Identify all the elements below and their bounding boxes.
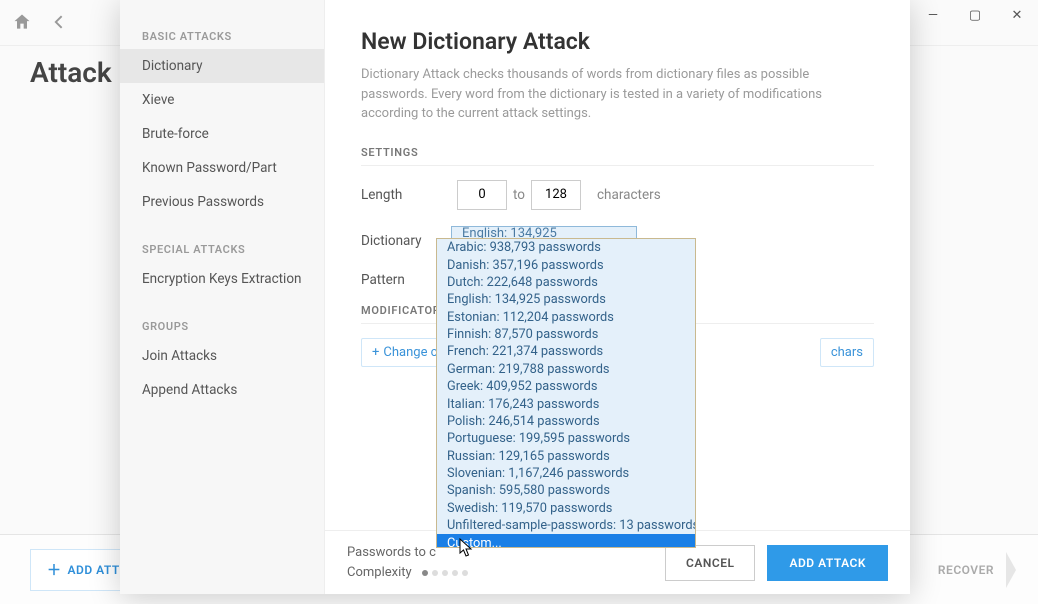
dictionary-option[interactable]: Arabic: 938,793 passwords — [437, 239, 695, 256]
dictionary-option[interactable]: Custom... — [437, 534, 695, 548]
window-close-button[interactable]: ✕ — [996, 0, 1038, 30]
dictionary-option[interactable]: German: 219,788 passwords — [437, 361, 695, 378]
dictionary-option[interactable]: Portuguese: 199,595 passwords — [437, 430, 695, 447]
dictionary-option[interactable]: Swedish: 119,570 passwords — [437, 500, 695, 517]
sidebar-item-known-password-part[interactable]: Known Password/Part — [120, 151, 324, 185]
dictionary-option[interactable]: Polish: 246,514 passwords — [437, 413, 695, 430]
dictionary-option[interactable]: Slovenian: 1,167,246 passwords — [437, 465, 695, 482]
dictionary-option[interactable]: English: 134,925 passwords — [437, 291, 695, 308]
length-to-word: to — [513, 187, 525, 203]
window-maximize-button[interactable]: ▢ — [954, 0, 996, 30]
dictionary-option[interactable]: French: 221,374 passwords — [437, 343, 695, 360]
sidebar-section-label: SPECIAL ATTACKS — [120, 233, 324, 262]
sidebar-item-dictionary[interactable]: Dictionary — [120, 49, 324, 83]
dictionary-option[interactable]: Danish: 357,196 passwords — [437, 256, 695, 273]
dictionary-dropdown[interactable]: Arabic: 938,793 passwordsDanish: 357,196… — [436, 238, 696, 548]
back-icon[interactable] — [50, 12, 72, 34]
dialog-description: Dictionary Attack checks thousands of wo… — [361, 65, 874, 124]
sidebar-item-join-attacks[interactable]: Join Attacks — [120, 339, 324, 373]
plus-icon: + — [372, 345, 379, 360]
length-unit: characters — [597, 187, 661, 203]
dictionary-option[interactable]: Finnish: 87,570 passwords — [437, 326, 695, 343]
dictionary-option[interactable]: Italian: 176,243 passwords — [437, 395, 695, 412]
sidebar-section-label: BASIC ATTACKS — [120, 20, 324, 49]
recover-button[interactable]: RECOVER — [938, 563, 1008, 577]
sidebar-item-append-attacks[interactable]: Append Attacks — [120, 373, 324, 407]
dictionary-option[interactable]: Greek: 409,952 passwords — [437, 378, 695, 395]
modificator-chars[interactable]: chars — [820, 338, 874, 367]
dictionary-option[interactable]: Unfiltered-sample-passwords: 13 password… — [437, 517, 695, 534]
length-label: Length — [361, 187, 451, 203]
cancel-button[interactable]: CANCEL — [665, 545, 755, 581]
dictionary-option[interactable]: Spanish: 595,580 passwords — [437, 482, 695, 499]
length-from-input[interactable] — [457, 180, 507, 210]
sidebar-item-previous-passwords[interactable]: Previous Passwords — [120, 185, 324, 219]
sidebar-item-encryption-keys-extraction[interactable]: Encryption Keys Extraction — [120, 262, 324, 296]
dictionary-option[interactable]: Estonian: 112,204 passwords — [437, 309, 695, 326]
settings-section-label: SETTINGS — [361, 146, 874, 166]
plus-icon: ＋ — [47, 560, 62, 580]
window-minimize-button[interactable]: — — [912, 0, 954, 30]
footer-complexity-label: Complexity — [347, 563, 412, 583]
home-icon[interactable] — [12, 12, 34, 34]
dictionary-option[interactable]: Russian: 129,165 passwords — [437, 448, 695, 465]
sidebar-item-brute-force[interactable]: Brute-force — [120, 117, 324, 151]
dictionary-option[interactable]: Dutch: 222,648 passwords — [437, 274, 695, 291]
sidebar-section-label: GROUPS — [120, 310, 324, 339]
complexity-dots — [422, 570, 468, 576]
sidebar-item-xieve[interactable]: Xieve — [120, 83, 324, 117]
length-to-input[interactable] — [531, 180, 581, 210]
dialog-title: New Dictionary Attack — [361, 28, 874, 55]
add-attack-button[interactable]: ADD ATTACK — [767, 545, 888, 581]
